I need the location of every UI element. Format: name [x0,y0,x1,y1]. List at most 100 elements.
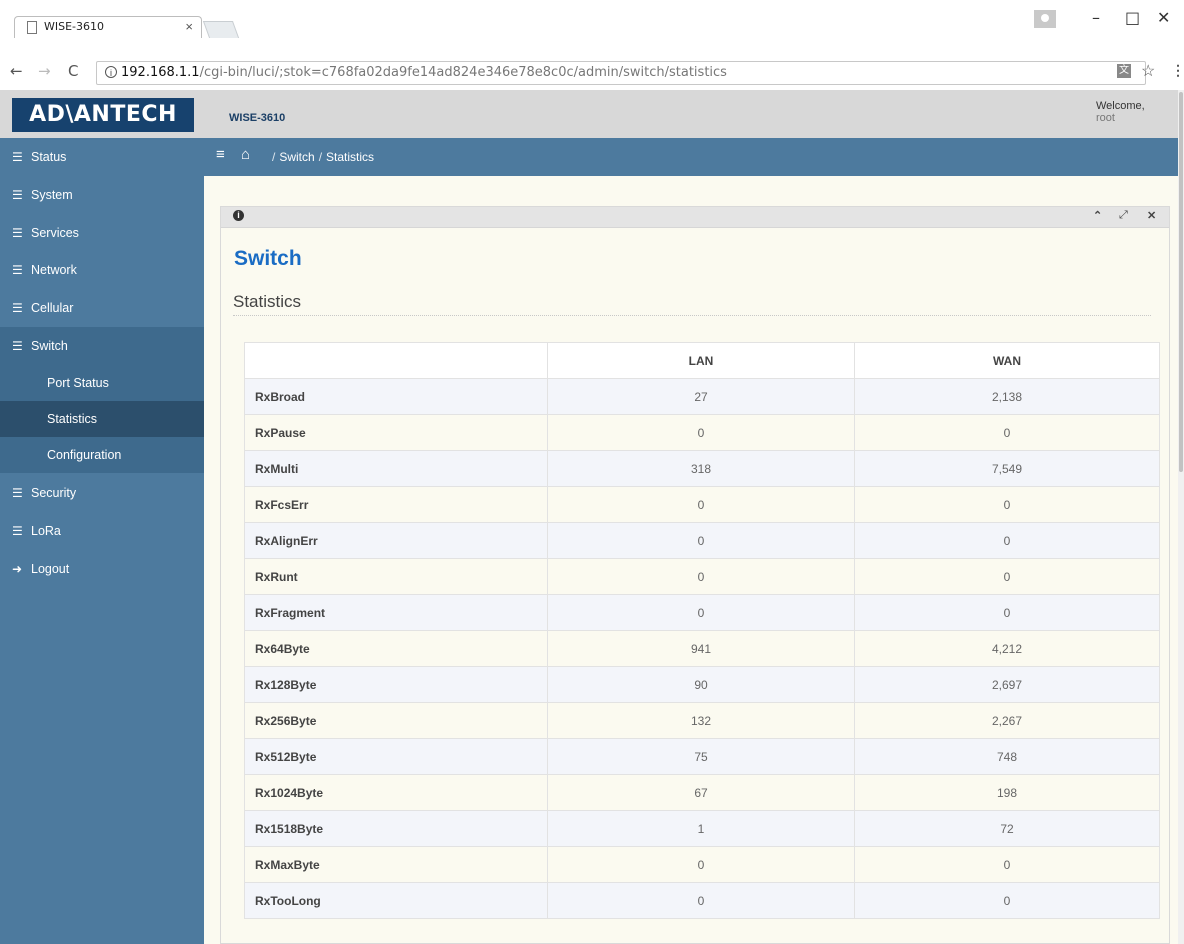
table-row: Rx1024Byte 67 198 [244,774,1160,811]
lan-value: 0 [547,414,855,451]
lan-value: 0 [547,486,855,523]
url-host: 192.168.1.1 [121,65,200,80]
expand-icon[interactable]: ⤢ [1119,209,1128,222]
stat-name: RxFragment [244,594,548,631]
table-row: RxMulti 318 7,549 [244,450,1160,487]
user-profile-icon[interactable] [1034,10,1056,28]
sidebar-subitem-configuration[interactable]: Configuration [0,437,204,473]
wan-value: 2,138 [854,378,1160,415]
table-row: RxFcsErr 0 0 [244,486,1160,523]
stat-name: RxRunt [244,558,548,595]
wan-value: 0 [854,882,1160,919]
sidebar-item-status[interactable]: ☰ Status [0,138,204,176]
table-row: RxBroad 27 2,138 [244,378,1160,415]
tab-title: WISE-3610 [44,20,105,33]
table-row: Rx1518Byte 1 72 [244,810,1160,847]
section-divider [233,315,1151,316]
lan-value: 75 [547,738,855,775]
panel-header: i ⌃ ⤢ ✕ [221,207,1169,228]
breadcrumb-switch[interactable]: Switch [279,150,314,164]
list-icon: ☰ [12,150,23,164]
sidebar-item-network[interactable]: ☰ Network [0,251,204,289]
hamburger-menu-icon[interactable]: ≡ [216,146,225,163]
sidebar-item-label: System [31,188,73,202]
lan-value: 0 [547,846,855,883]
logout-icon: ➜ [12,562,23,576]
breadcrumb-trail: / Switch / Statistics [268,150,374,164]
page-title: Switch [234,247,302,270]
table-row: RxRunt 0 0 [244,558,1160,595]
breadcrumb-separator: / [272,150,276,164]
info-icon[interactable]: i [233,210,244,221]
lan-value: 132 [547,702,855,739]
browser-tab[interactable]: WISE-3610 × [14,16,202,38]
sidebar-item-label: Switch [31,339,68,353]
table-row: Rx64Byte 941 4,212 [244,630,1160,667]
sidebar-item-label: Logout [31,562,70,576]
sidebar-item-services[interactable]: ☰ Services [0,214,204,252]
lan-value: 67 [547,774,855,811]
column-header-name [244,342,548,379]
table-row: RxPause 0 0 [244,414,1160,451]
list-icon: ☰ [12,263,23,277]
sidebar-item-lora[interactable]: ☰ LoRa [0,512,204,550]
stat-name: RxMulti [244,450,548,487]
wan-value: 2,697 [854,666,1160,703]
device-name: WISE-3610 [229,112,286,124]
table-header-row: LAN WAN [244,342,1160,379]
scrollbar-thumb[interactable] [1179,92,1183,472]
back-arrow-icon[interactable]: ← [10,62,23,80]
table-row: RxAlignErr 0 0 [244,522,1160,559]
collapse-icon[interactable]: ⌃ [1093,209,1102,222]
sidebar-item-label: Network [31,263,77,277]
lan-value: 0 [547,558,855,595]
translate-icon[interactable]: 文 [1117,64,1131,78]
wan-value: 748 [854,738,1160,775]
tab-close-icon[interactable]: × [185,19,193,34]
sidebar-item-label: LoRa [31,524,61,538]
info-icon[interactable]: i [105,66,117,78]
list-icon: ☰ [12,188,23,202]
maximize-button[interactable]: □ [1125,8,1140,27]
welcome-box: Welcome, root [1096,100,1166,124]
wan-value: 0 [854,414,1160,451]
home-icon[interactable]: ⌂ [241,146,250,163]
list-icon: ☰ [12,486,23,500]
sidebar-item-switch[interactable]: ☰ Switch [0,327,204,365]
stat-name: RxMaxByte [244,846,548,883]
sidebar-item-label: Status [31,150,67,164]
sidebar-item-system[interactable]: ☰ System [0,176,204,214]
sidebar-subitem-port-status[interactable]: Port Status [0,365,204,401]
close-window-button[interactable]: ✕ [1157,8,1170,27]
stat-name: Rx512Byte [244,738,548,775]
minimize-button[interactable]: – [1092,8,1100,27]
sidebar-subitem-statistics[interactable]: Statistics [0,401,204,437]
list-icon: ☰ [12,301,23,315]
sidebar-item-label: Cellular [31,301,74,315]
advantech-logo[interactable]: AD\ANTECH [12,98,194,132]
browser-menu-icon[interactable]: ⋮ [1171,62,1184,79]
close-icon[interactable]: ✕ [1147,209,1156,222]
list-icon: ☰ [12,524,23,538]
lan-value: 0 [547,522,855,559]
lan-value: 27 [547,378,855,415]
reload-icon[interactable]: C [68,62,78,80]
sidebar-item-cellular[interactable]: ☰ Cellular [0,289,204,327]
forward-arrow-icon[interactable]: → [38,62,51,80]
wan-value: 0 [854,522,1160,559]
url-text[interactable]: 192.168.1.1/cgi-bin/luci/;stok=c768fa02d… [121,65,727,80]
sidebar-item-logout[interactable]: ➜ Logout [0,550,204,588]
wan-value: 0 [854,846,1160,883]
table-row: Rx256Byte 132 2,267 [244,702,1160,739]
sidebar-item-security[interactable]: ☰ Security [0,474,204,512]
new-tab-button[interactable] [202,21,240,38]
stat-name: Rx1518Byte [244,810,548,847]
wan-value: 2,267 [854,702,1160,739]
stat-name: Rx64Byte [244,630,548,667]
bookmark-star-icon[interactable]: ☆ [1141,61,1155,81]
welcome-label: Welcome, [1096,100,1145,112]
lan-value: 941 [547,630,855,667]
lan-value: 0 [547,594,855,631]
breadcrumb: ≡ ⌂ / Switch / Statistics [204,138,1184,176]
lan-value: 0 [547,882,855,919]
